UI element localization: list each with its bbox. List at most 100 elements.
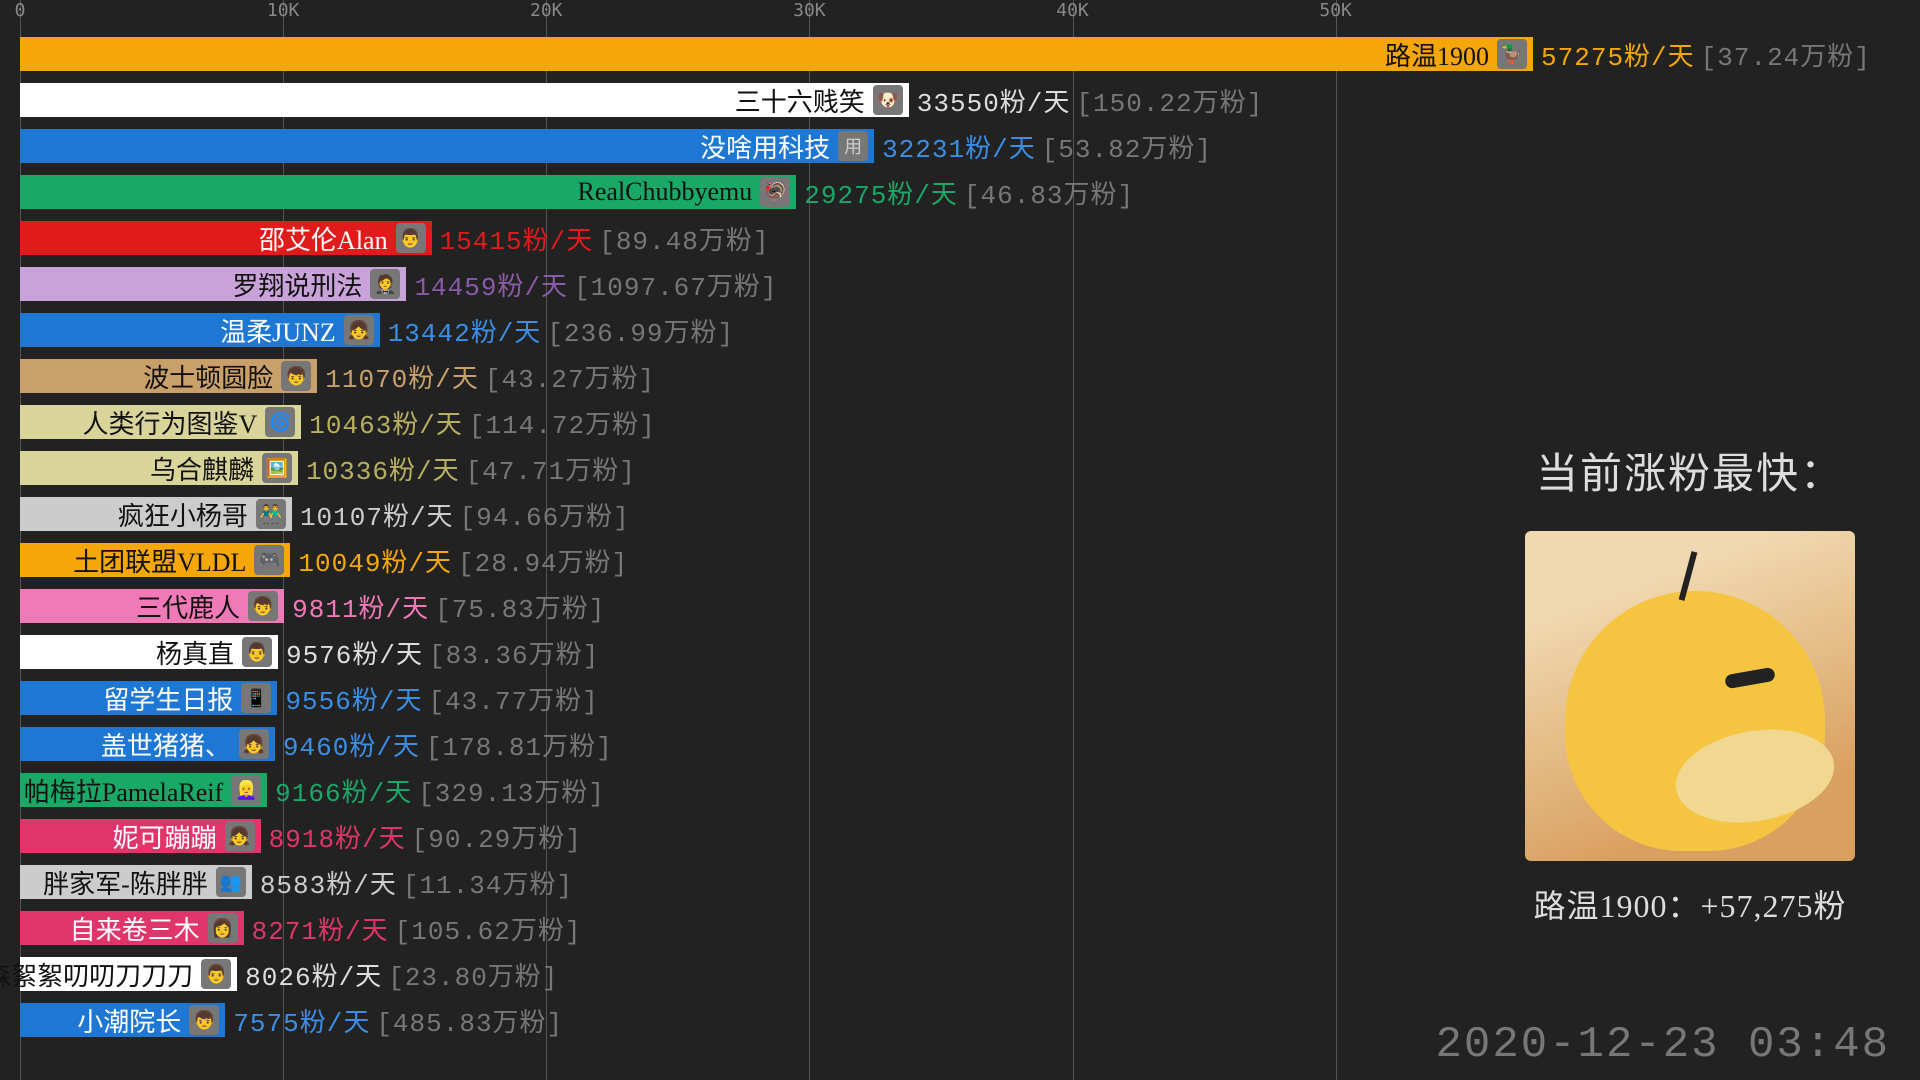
bar-total: [485.83万粉] — [376, 1002, 563, 1039]
bar-total: [28.94万粉] — [458, 542, 628, 579]
bar: 盖世猪猪、 👧 — [20, 727, 275, 761]
avatar-icon: 👧 — [344, 315, 374, 345]
bar-total: [43.77万粉] — [428, 680, 598, 717]
bar-total: [37.24万粉] — [1701, 36, 1871, 73]
avatar-icon: 👨 — [396, 223, 426, 253]
bar-row: 杨真直 👨 9576粉/天[83.36万粉] — [20, 634, 599, 670]
bar-label: 留学生日报 — [103, 680, 233, 717]
bar-row: 盖世猪猪、 👧 9460粉/天[178.81万粉] — [20, 726, 613, 762]
bar-value: 9576粉/天 — [286, 634, 423, 671]
bar-label: 自来卷三木 — [70, 910, 200, 947]
bar-row: 土团联盟VLDL🎮10049粉/天[28.94万粉] — [20, 542, 628, 578]
bar-label: 乌合麒麟 — [150, 450, 254, 487]
bar: 胖家军-陈胖胖 👥 — [20, 865, 252, 899]
bar-value: 9811粉/天 — [292, 588, 429, 625]
bar-label: 三代鹿人 — [136, 588, 240, 625]
bar-total: [94.66万粉] — [460, 496, 630, 533]
bar-row: 自来卷三木👩8271粉/天[105.62万粉] — [20, 910, 581, 946]
bar-label: 没啥用科技 — [700, 128, 830, 165]
bar-row: 三代鹿人 👦 9811粉/天[75.83万粉] — [20, 588, 605, 624]
bar-total: [11.34万粉] — [403, 864, 573, 901]
bar-label: 帕梅拉PamelaReif — [24, 772, 223, 809]
bar-chart: 010K20K30K40K50K路温1900🦆57275粉/天[37.24万粉]… — [20, 0, 1550, 1080]
bar-row: 乌合麒麟 🖼️ 10336粉/天[47.71万粉] — [20, 450, 636, 486]
bar-total: [178.81万粉] — [426, 726, 613, 763]
bar: 疯狂小杨哥 👬 — [20, 497, 292, 531]
bar: 乌合麒麟 🖼️ — [20, 451, 298, 485]
bar-value: 9460粉/天 — [283, 726, 420, 763]
axis-tick-label: 40K — [1056, 0, 1089, 21]
side-caption: 路温1900：+57,275粉 — [1480, 881, 1900, 927]
avatar-icon: 👧 — [239, 729, 269, 759]
bar: 小潮院长👦 — [20, 1003, 225, 1037]
bar-label: 罗翔说刑法 — [232, 266, 362, 303]
bar-value: 10107粉/天 — [300, 496, 454, 533]
bar-row: 小潮院长👦7575粉/天[485.83万粉] — [20, 1002, 563, 1038]
bar-label: 胖家军-陈胖胖 — [43, 864, 208, 901]
bar: 土团联盟VLDL🎮 — [20, 543, 290, 577]
avatar-icon: 🌀 — [265, 407, 295, 437]
bar: 罗翔说刑法🤵 — [20, 267, 406, 301]
bar-value: 32231粉/天 — [882, 128, 1036, 165]
bar-label: 邵艾伦Alan — [259, 220, 388, 257]
bar-label: RealChubbyemu — [578, 177, 753, 207]
bar-row: 胖家军-陈胖胖👥8583粉/天[11.34万粉] — [20, 864, 573, 900]
avatar-icon: 👱‍♀️ — [231, 775, 261, 805]
avatar-icon: 👦 — [189, 1005, 219, 1035]
avatar-icon: 🖼️ — [262, 453, 292, 483]
bar-row: 丁克森絮絮叨叨刀刀刀👨8026粉/天[23.80万粉] — [20, 956, 558, 992]
bar-label: 妮可蹦蹦 — [113, 818, 217, 855]
bar-value: 14459粉/天 — [414, 266, 568, 303]
bar-label: 波士顿圆脸 — [143, 358, 273, 395]
bar-value: 29275粉/天 — [804, 174, 958, 211]
avatar-icon: 🦆 — [1497, 39, 1527, 69]
gridline — [1336, 0, 1337, 1080]
bar: 丁克森絮絮叨叨刀刀刀👨 — [20, 957, 237, 991]
bar-label: 路温1900 — [1385, 36, 1489, 73]
bar: RealChubbyemu🦃 — [20, 175, 796, 209]
bar-label: 盖世猪猪、 — [101, 726, 231, 763]
bar-row: 邵艾伦Alan👨15415粉/天[89.48万粉] — [20, 220, 769, 256]
axis-tick-label: 30K — [793, 0, 826, 21]
bar-total: [90.29万粉] — [412, 818, 582, 855]
avatar-icon: 👨 — [242, 637, 272, 667]
bar-total: [1097.67万粉] — [574, 266, 777, 303]
bar-value: 33550粉/天 — [917, 82, 1071, 119]
avatar-icon: 🐶 — [873, 85, 903, 115]
bar-label: 疯狂小杨哥 — [118, 496, 248, 533]
bar-row: 路温1900🦆57275粉/天[37.24万粉] — [20, 36, 1871, 72]
avatar-icon: 用 — [838, 131, 868, 161]
bar: 人类行为图鉴V🌀 — [20, 405, 301, 439]
axis-tick-label: 0 — [15, 0, 26, 21]
bar-total: [47.71万粉] — [466, 450, 636, 487]
bar-value: 10336粉/天 — [306, 450, 460, 487]
bar: 三十六贱笑 🐶 — [20, 83, 909, 117]
avatar-icon: 👥 — [216, 867, 246, 897]
bar-value: 8918粉/天 — [269, 818, 406, 855]
avatar-icon: 👦 — [248, 591, 278, 621]
bar-row: 波士顿圆脸👦11070粉/天[43.27万粉] — [20, 358, 655, 394]
avatar-icon: 👬 — [256, 499, 286, 529]
bar: 杨真直 👨 — [20, 635, 278, 669]
bar-label: 三十六贱笑 — [735, 82, 865, 119]
bar-row: 三十六贱笑 🐶 33550粉/天[150.22万粉] — [20, 82, 1263, 118]
avatar-icon: 👩 — [208, 913, 238, 943]
bar-row: 妮可蹦蹦 👧 8918粉/天[90.29万粉] — [20, 818, 582, 854]
side-panel: 当前涨粉最快： 路温1900：+57,275粉 — [1480, 440, 1900, 927]
bar-total: [83.36万粉] — [429, 634, 599, 671]
bar-total: [105.62万粉] — [395, 910, 582, 947]
bar-value: 7575粉/天 — [233, 1002, 370, 1039]
bar-total: [75.83万粉] — [435, 588, 605, 625]
leader-avatar — [1525, 531, 1855, 861]
bar-row: 疯狂小杨哥 👬 10107粉/天[94.66万粉] — [20, 496, 630, 532]
bar: 妮可蹦蹦 👧 — [20, 819, 261, 853]
avatar-icon: 👧 — [225, 821, 255, 851]
bar-label: 温柔JUNZ — [220, 312, 336, 349]
bar-total: [329.13万粉] — [418, 772, 605, 809]
axis-tick-label: 10K — [267, 0, 300, 21]
bar-total: [43.27万粉] — [485, 358, 655, 395]
bar-row: 没啥用科技用32231粉/天[53.82万粉] — [20, 128, 1212, 164]
bar-value: 8026粉/天 — [245, 956, 382, 993]
bar-total: [150.22万粉] — [1076, 82, 1263, 119]
bar-label: 杨真直 — [156, 634, 234, 671]
